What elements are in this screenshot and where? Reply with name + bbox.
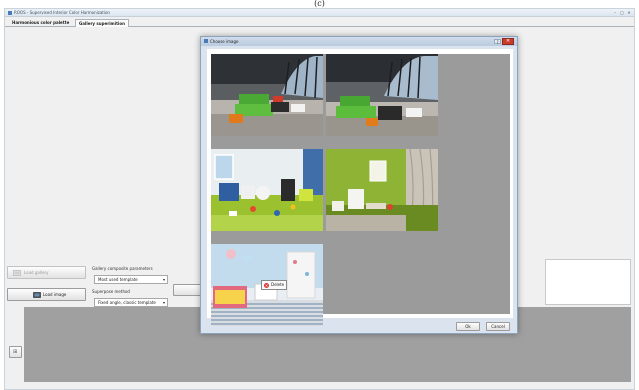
load-image-label: Load image [43,292,67,297]
kids-room-photo [211,149,323,231]
dialog-close-button[interactable]: ✕ [502,38,514,45]
maximize-button[interactable]: □ [619,10,625,15]
window-title: ROOS - Supervised Interior Color Harmoni… [14,10,110,15]
load-gallery-label: Load gallery [24,270,49,275]
dialog-titlebar: Choose image ? ✕ [201,37,517,46]
gallery-image-lobby-left[interactable] [211,54,323,136]
image-grid: ✕ Delete [211,54,510,326]
chevron-down-icon: ▾ [162,277,165,282]
gallery-params-label: Gallery composite parameters [92,266,153,271]
dialog-body: ✕ Delete [207,49,513,326]
minimize-button[interactable]: – [612,10,618,15]
image-icon [33,292,41,298]
choose-image-dialog: Choose image ? ✕ ✕ Delete Ok Cancel [200,36,518,334]
context-menu-delete[interactable]: ✕ Delete [261,280,287,290]
tab-harmonious-color-palette[interactable]: Harmonious color palette [9,19,72,27]
grid-icon: ⊞ [13,349,18,355]
load-gallery-button[interactable]: Load gallery [7,266,86,279]
gallery-icon [13,270,21,276]
superpose-method-select[interactable]: Fixed angle, classic template ▾ [94,298,168,307]
chevron-down-icon: ▾ [162,300,165,305]
tab-gallery-superimition[interactable]: Gallery superimition [75,19,129,27]
ok-label: Ok [465,324,471,329]
dialog-app-icon [204,39,208,43]
load-image-button[interactable]: Load image [7,288,86,301]
template-select[interactable]: Most used template ▾ [94,275,168,284]
ok-button[interactable]: Ok [456,322,480,331]
lobby-photo [326,54,438,136]
help-button[interactable]: ? [494,39,501,45]
cancel-button[interactable]: Cancel [486,322,510,331]
gallery-image-lobby-right[interactable] [326,54,438,136]
dialog-title: Choose image [210,39,239,44]
superpose-method-value: Fixed angle, classic template [98,300,156,305]
delete-icon: ✕ [264,283,269,288]
app-icon [8,11,12,15]
gallery-image-green-room[interactable] [326,149,438,231]
delete-label: Delete [271,282,285,287]
green-room-photo [326,149,438,231]
side-tool-button[interactable]: ⊞ [9,346,22,358]
superpose-method-label: Superpose method [92,289,130,294]
window-titlebar: ROOS - Supervised Interior Color Harmoni… [5,9,634,17]
close-window-button[interactable]: ✕ [626,10,632,15]
color-preview-box [545,259,631,305]
template-select-value: Most used template [98,277,138,282]
gallery-image-kids-room[interactable] [211,149,323,231]
cancel-label: Cancel [491,324,505,329]
lobby-photo [211,54,323,136]
partially-hidden-button[interactable] [173,284,203,296]
tab-bar: Harmonious color palette Gallery superim… [5,18,634,27]
